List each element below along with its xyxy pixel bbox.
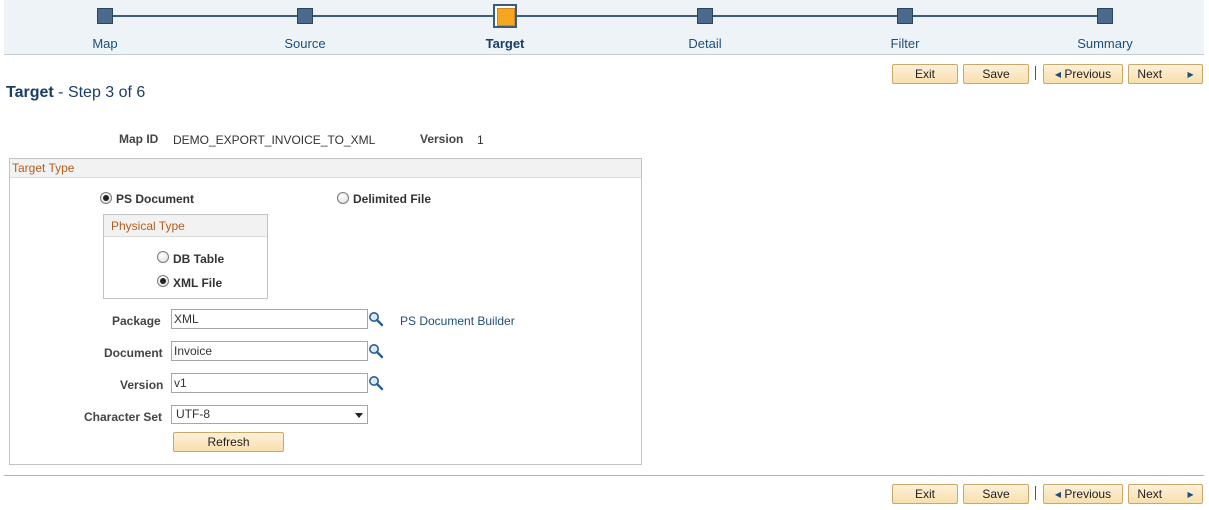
version-input[interactable]: v1	[171, 373, 368, 393]
character-set-value: UTF-8	[176, 407, 210, 421]
previous-button[interactable]: ◀ Previous	[1043, 64, 1123, 84]
triangle-right-icon: ▶	[1187, 70, 1194, 79]
step-marker-current	[493, 4, 517, 28]
target-type-header: Target Type	[10, 159, 641, 178]
xml-file-radio[interactable]	[157, 275, 169, 287]
page-title: Target - Step 3 of 6	[6, 84, 145, 102]
physical-type-header: Physical Type	[104, 215, 267, 237]
chevron-down-icon	[355, 413, 363, 418]
version-lookup-icon[interactable]	[368, 375, 384, 391]
exit-button[interactable]: Exit	[892, 64, 958, 84]
map-id-label: Map ID	[119, 132, 159, 146]
character-set-select[interactable]: UTF-8	[171, 405, 368, 424]
map-version-label: Version	[420, 132, 464, 146]
step-navigator: Map Source Target Detail Filter Summary	[4, 0, 1204, 55]
package-label: Package	[112, 314, 161, 328]
delimited-file-label[interactable]: Delimited File	[353, 192, 431, 206]
triangle-right-icon: ▶	[1187, 490, 1194, 499]
ps-document-label[interactable]: PS Document	[116, 192, 194, 206]
next-button[interactable]: Next ▶	[1128, 64, 1203, 84]
step-marker[interactable]	[897, 8, 913, 24]
triangle-left-icon: ◀	[1054, 70, 1062, 79]
next-button[interactable]: Next ▶	[1128, 484, 1203, 504]
step-marker[interactable]	[97, 8, 113, 24]
step-connector-line	[105, 15, 1107, 17]
step-marker[interactable]	[1097, 8, 1113, 24]
document-input[interactable]: Invoice	[171, 341, 368, 361]
step-label[interactable]: Filter	[845, 36, 965, 51]
step-label[interactable]: Map	[45, 36, 165, 51]
character-set-label: Character Set	[84, 410, 163, 424]
previous-label: Previous	[1064, 67, 1112, 81]
save-button[interactable]: Save	[963, 64, 1029, 84]
next-label: Next	[1137, 487, 1163, 501]
page-title-step: - Step 3 of 6	[53, 84, 146, 101]
save-button[interactable]: Save	[963, 484, 1029, 504]
step-marker[interactable]	[297, 8, 313, 24]
map-id-value: DEMO_EXPORT_INVOICE_TO_XML	[173, 133, 376, 147]
toolbar-separator	[1035, 66, 1036, 80]
db-table-radio[interactable]	[157, 251, 169, 263]
step-label[interactable]: Summary	[1045, 36, 1165, 51]
document-lookup-icon[interactable]	[368, 343, 384, 359]
step-marker[interactable]	[697, 8, 713, 24]
step-label[interactable]: Source	[245, 36, 365, 51]
triangle-left-icon: ◀	[1054, 490, 1062, 499]
exit-button[interactable]: Exit	[892, 484, 958, 504]
db-table-label[interactable]: DB Table	[173, 252, 224, 266]
page-title-main: Target	[6, 84, 54, 101]
bottom-divider	[4, 475, 1204, 476]
step-label[interactable]: Detail	[645, 36, 765, 51]
package-lookup-icon[interactable]	[368, 311, 384, 327]
next-label: Next	[1137, 67, 1163, 81]
previous-button[interactable]: ◀ Previous	[1043, 484, 1123, 504]
version-label: Version	[120, 378, 164, 392]
refresh-button[interactable]: Refresh	[173, 432, 284, 452]
package-input[interactable]: XML	[171, 309, 368, 329]
map-version-value: 1	[477, 133, 484, 147]
delimited-file-radio[interactable]	[337, 192, 349, 204]
ps-document-radio[interactable]	[100, 192, 112, 204]
previous-label: Previous	[1064, 487, 1112, 501]
step-label: Target	[485, 36, 525, 51]
ps-document-builder-link[interactable]: PS Document Builder	[400, 314, 515, 328]
xml-file-label[interactable]: XML File	[173, 276, 222, 290]
document-label: Document	[104, 346, 163, 360]
toolbar-separator	[1035, 486, 1036, 500]
